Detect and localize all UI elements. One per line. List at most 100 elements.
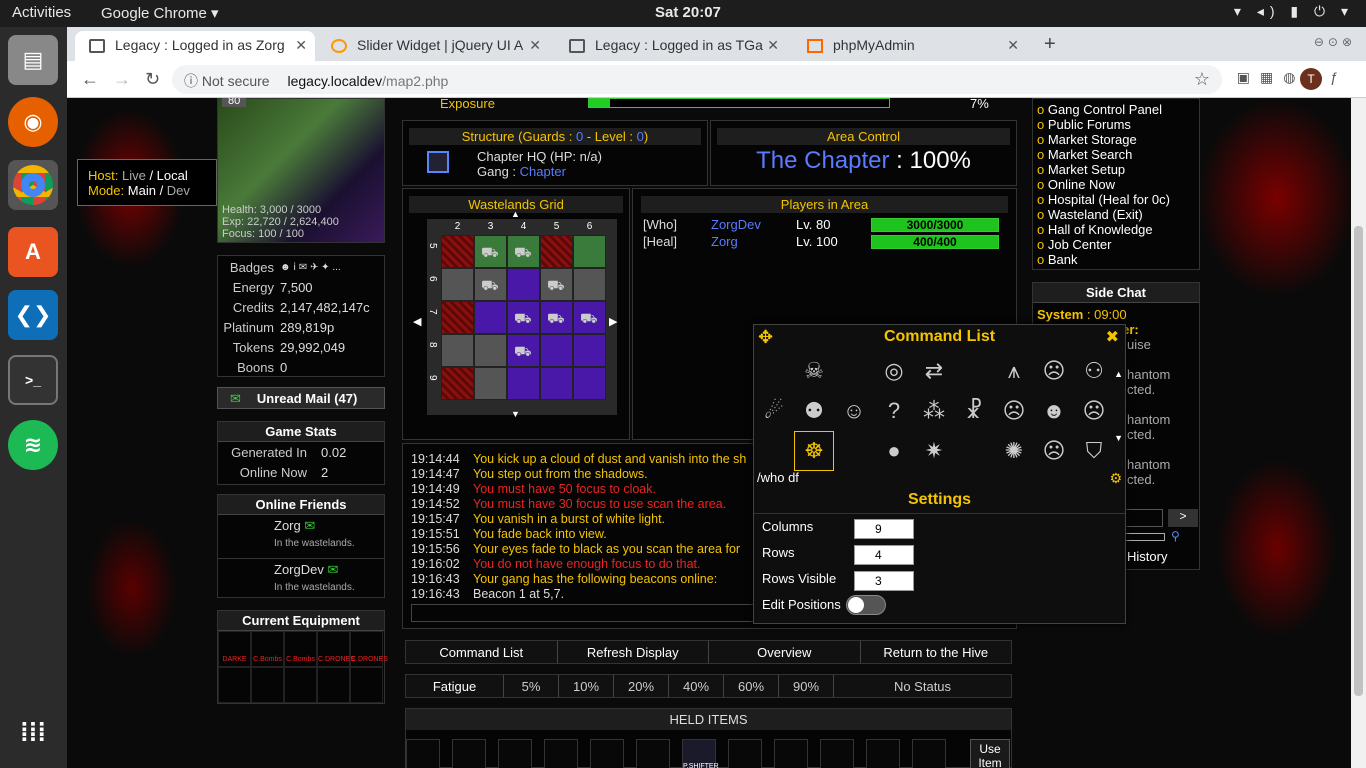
grid-cell[interactable] — [573, 235, 606, 268]
friend-item[interactable]: ZorgDev ✉ In the wastelands. — [218, 559, 384, 603]
chat-search-icon[interactable]: ⚲ — [1171, 529, 1180, 543]
system-tray[interactable]: ▾ ◂) ▮ ⏻ ▾ — [1234, 3, 1354, 20]
explosion-icon[interactable]: ✷ — [914, 431, 954, 471]
stat-value[interactable]: ☻ ⅰ ✉ ✈ ✦ ... — [280, 262, 341, 273]
nav-link[interactable]: o Job Center — [1037, 237, 1199, 252]
shield-icon[interactable]: ⛉ — [1074, 431, 1114, 471]
move-handle-icon[interactable]: ✥ — [758, 327, 773, 348]
controlling-gang[interactable]: The Chapter — [756, 147, 889, 174]
vscode-icon[interactable]: ❮❯ — [8, 290, 58, 340]
empty-command-slot[interactable] — [834, 431, 874, 471]
grid-cell[interactable] — [573, 268, 606, 301]
equipment-slot[interactable]: C.DRONES — [317, 631, 355, 667]
app-grid-icon[interactable]: ⁞⁞⁞ — [8, 707, 58, 757]
message-icon[interactable]: ✉ — [304, 518, 315, 533]
tab-legacy-zorg[interactable]: Legacy : Logged in as Zorg ✕ — [75, 31, 315, 61]
grid-cell[interactable] — [507, 268, 540, 301]
info-icon[interactable]: ⓘ — [184, 73, 198, 89]
overview-button[interactable]: Overview — [709, 641, 861, 663]
grid-cell[interactable] — [540, 235, 573, 268]
map-down-arrow-icon[interactable]: ▼ — [511, 409, 520, 419]
grid-cell[interactable] — [507, 367, 540, 400]
flaming-comet-icon[interactable]: ☄ — [754, 391, 794, 431]
wolf-head-icon[interactable]: ☠ — [794, 351, 834, 391]
fatigue-60-button[interactable]: 60% — [724, 675, 779, 697]
held-item-slot[interactable] — [774, 739, 808, 768]
user-icon[interactable]: ☻ — [1034, 391, 1074, 431]
refresh-display-button[interactable]: Refresh Display — [557, 641, 709, 663]
grass-spikes-icon[interactable]: ⩚ — [994, 351, 1034, 391]
bookmark-star-icon[interactable]: ☆ — [1194, 69, 1210, 90]
empty-command-slot[interactable] — [754, 351, 794, 391]
window-controls[interactable]: ⊖⊙⊗ — [1314, 35, 1356, 49]
tab-slider-widget[interactable]: Slider Widget | jQuery UI A ✕ — [317, 31, 549, 61]
equipment-slot[interactable] — [284, 667, 317, 703]
player-role[interactable]: [Heal] — [643, 234, 677, 249]
extension-icons[interactable]: ▣▦◍☻ƒ — [1237, 69, 1348, 86]
chat-send-button[interactable]: > — [1168, 509, 1198, 527]
empty-command-slot[interactable] — [754, 431, 794, 471]
wink-face-icon[interactable]: ☹ — [1074, 391, 1114, 431]
close-tab-icon[interactable]: ✕ — [529, 37, 541, 54]
grid-cell[interactable]: ⛟ — [540, 301, 573, 334]
grid-cell[interactable]: ⛟ — [573, 301, 606, 334]
friend-name[interactable]: ZorgDev — [274, 562, 324, 577]
empty-command-slot[interactable] — [954, 431, 994, 471]
nav-link[interactable]: o Market Setup — [1037, 162, 1199, 177]
sparks-people-icon[interactable]: ✺ — [994, 431, 1034, 471]
friend-item[interactable]: Zorg ✉ In the wastelands. — [218, 515, 384, 559]
host-local-link[interactable]: Local — [157, 168, 188, 183]
grid-cell[interactable] — [573, 367, 606, 400]
held-item-slot[interactable] — [636, 739, 670, 768]
map-left-arrow-icon[interactable]: ◀ — [413, 315, 421, 328]
fatigue-20-button[interactable]: 20% — [614, 675, 669, 697]
nav-link[interactable]: o Online Now — [1037, 177, 1199, 192]
grid-cell[interactable]: ⛟ — [507, 334, 540, 367]
equipment-slot[interactable] — [317, 667, 350, 703]
nav-link[interactable]: o Hospital (Heal for 0c) — [1037, 192, 1199, 207]
unread-mail-button[interactable]: ✉ Unread Mail (47) — [217, 387, 385, 409]
command-input[interactable]: /who df — [757, 470, 1107, 485]
profile-avatar[interactable]: T — [1300, 68, 1322, 90]
rows-visible-input[interactable]: 3 — [854, 571, 914, 591]
footprints-icon[interactable]: ⁂ — [914, 391, 954, 431]
held-item-slot[interactable] — [452, 739, 486, 768]
use-item-button[interactable]: Use Item — [970, 739, 1010, 768]
nav-link[interactable]: o Hall of Knowledge — [1037, 222, 1199, 237]
flame-sigil-icon[interactable]: ☸ — [794, 431, 834, 471]
friend-name[interactable]: Zorg — [274, 518, 301, 533]
rows-input[interactable]: 4 — [854, 545, 914, 565]
software-center-icon[interactable]: A — [8, 227, 58, 277]
firefox-icon[interactable]: ◉ — [8, 97, 58, 147]
close-dialog-icon[interactable]: ✖ — [1106, 327, 1119, 347]
grid-cell[interactable]: ⛟ — [507, 301, 540, 334]
held-item-slot[interactable] — [820, 739, 854, 768]
neutral-face-icon[interactable]: ☹ — [994, 391, 1034, 431]
spotify-icon[interactable]: ≋ — [8, 420, 58, 470]
tab-legacy-tga[interactable]: Legacy : Logged in as TGa ✕ — [555, 31, 787, 61]
held-item-slot[interactable]: P.SHIFTER — [682, 739, 719, 768]
grid-cell[interactable] — [441, 334, 474, 367]
page-scrollbar[interactable] — [1351, 98, 1366, 768]
equipment-slot[interactable]: C.DRONES — [350, 631, 388, 667]
terminal-icon[interactable]: >_ — [8, 355, 58, 405]
goggle-face-icon[interactable]: ☺ — [834, 391, 874, 431]
grid-cell[interactable] — [474, 367, 507, 400]
scroll-up-icon[interactable]: ▲ — [1114, 369, 1123, 379]
nav-link[interactable]: o Public Forums — [1037, 117, 1199, 132]
fatigue-10-button[interactable]: 10% — [559, 675, 614, 697]
grid-cell[interactable] — [441, 367, 474, 400]
user-question-icon[interactable]: ? — [874, 391, 914, 431]
grid-cell[interactable]: ⛟ — [507, 235, 540, 268]
held-item-slot[interactable] — [590, 739, 624, 768]
return-to-hive-button[interactable]: Return to the Hive — [860, 641, 1011, 663]
equipment-slot[interactable] — [218, 667, 251, 703]
no-status-button[interactable]: No Status — [834, 675, 1011, 697]
sad-face-icon[interactable]: ☹ — [1034, 431, 1074, 471]
chat-history-button[interactable]: History — [1127, 549, 1167, 564]
grid-cell[interactable] — [540, 334, 573, 367]
grid-cell[interactable] — [540, 367, 573, 400]
equipment-slot[interactable] — [350, 667, 383, 703]
player-name[interactable]: Zorg — [711, 234, 738, 249]
fatigue-5-button[interactable]: 5% — [504, 675, 559, 697]
